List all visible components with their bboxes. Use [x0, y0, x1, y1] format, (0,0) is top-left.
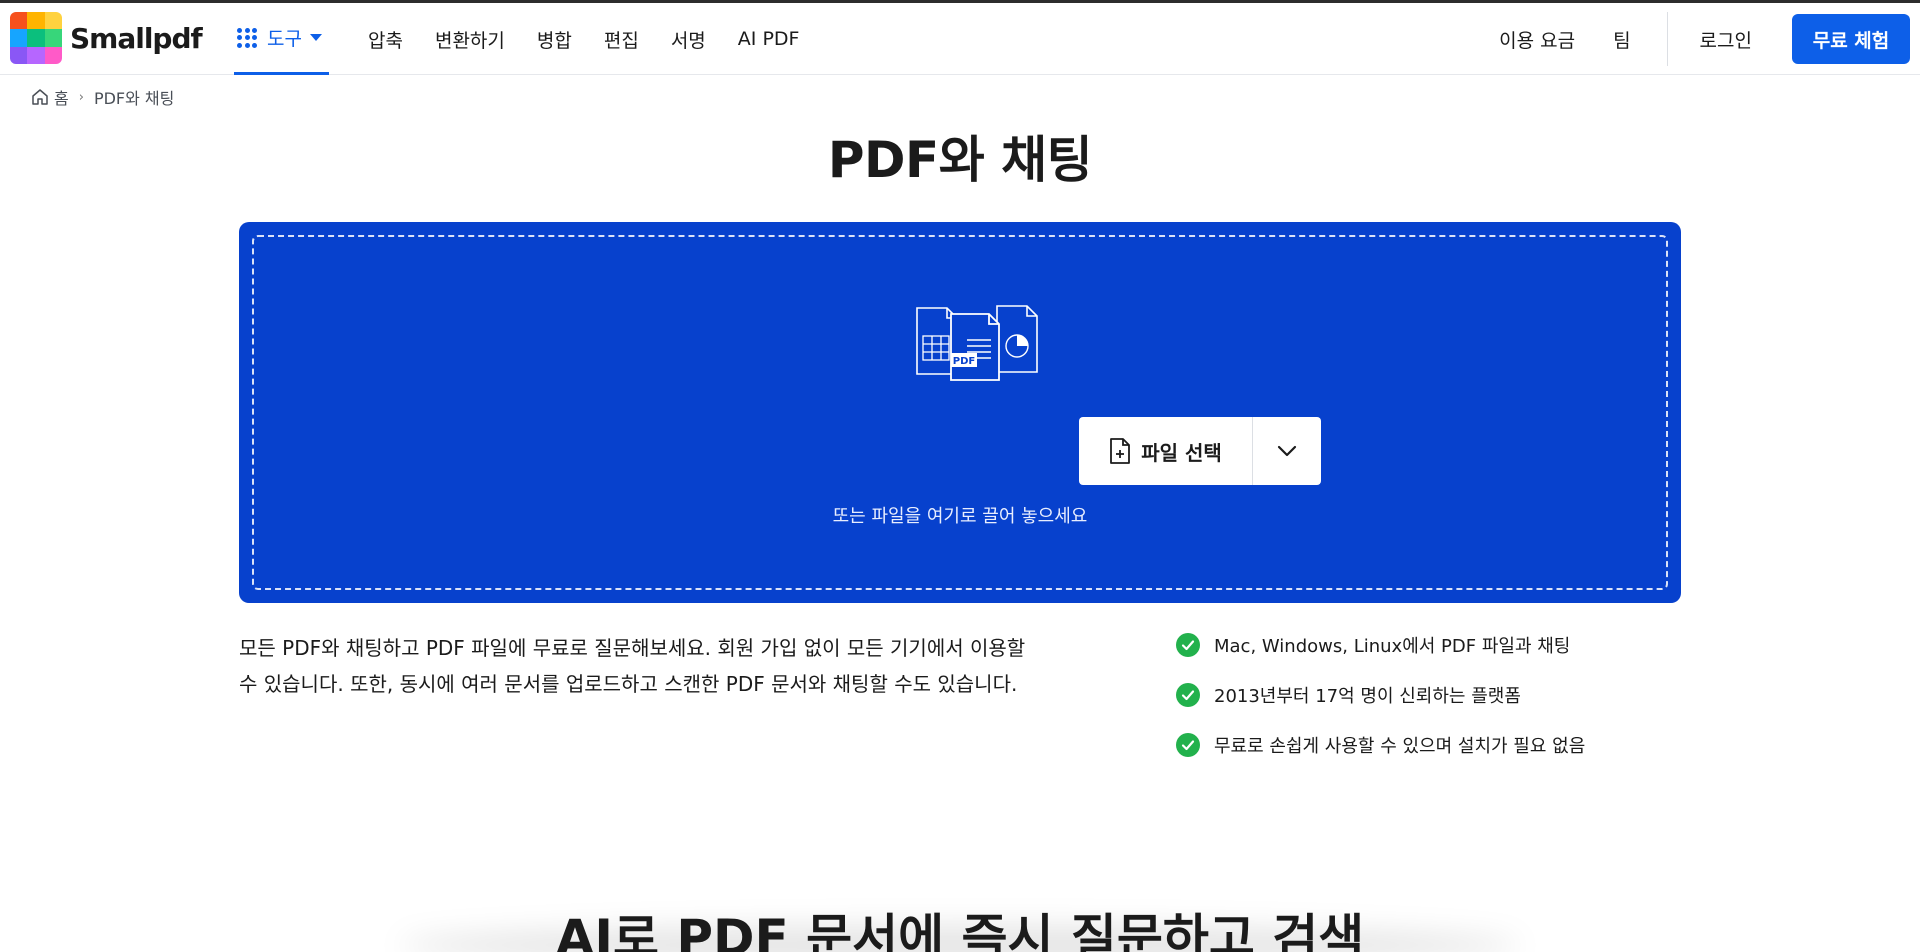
nav-link-compress[interactable]: 압축: [368, 26, 403, 53]
breadcrumb: 홈 › PDF와 채팅: [30, 85, 174, 109]
logo-cell: [44, 12, 62, 30]
dropzone-dashed-border: PDF 파일 선택 또는 파일을 여기로 끌어 놓으세요: [252, 235, 1668, 590]
nav-divider: [1666, 12, 1668, 66]
site-header: Smallpdf 도구 압축 변환하기 병합 편집 서명 AI PDF 이용 요…: [0, 3, 1920, 75]
breadcrumb-current: PDF와 채팅: [93, 89, 175, 108]
smallpdf-logo[interactable]: Smallpdf: [10, 12, 203, 64]
feature-text: 무료로 손쉽게 사용할 수 있으며 설치가 필요 없음: [1214, 736, 1586, 757]
feature-item: Mac, Windows, Linux에서 PDF 파일과 채팅: [1176, 632, 1585, 658]
logo-cell: [10, 46, 28, 64]
nav-link-edit[interactable]: 편집: [604, 26, 639, 53]
breadcrumb-separator-icon: ›: [78, 89, 84, 105]
logo-cell: [27, 12, 45, 30]
page-title: PDF와 채팅: [827, 131, 1093, 189]
home-icon: [32, 89, 48, 105]
file-source-dropdown-button[interactable]: [1253, 417, 1321, 485]
nav-tools-menu[interactable]: 도구: [234, 3, 329, 75]
apps-grid-icon: [237, 27, 257, 48]
nav-link-ai-pdf[interactable]: AI PDF: [738, 28, 800, 50]
feature-item: 2013년부터 17억 명이 신뢰하는 플랫폼: [1176, 682, 1585, 708]
check-circle-icon: [1176, 633, 1200, 657]
feature-text: 2013년부터 17억 명이 신뢰하는 플랫폼: [1214, 686, 1521, 707]
drop-hint: 또는 파일을 여기로 끌어 놓으세요: [832, 506, 1088, 527]
file-add-icon: [1110, 438, 1131, 464]
choose-file-button[interactable]: 파일 선택: [1079, 417, 1253, 485]
nav-right: 이용 요금 팀 로그인 무료 체험: [1499, 3, 1920, 75]
check-circle-icon: [1176, 733, 1200, 757]
check-circle-icon: [1176, 683, 1200, 707]
nav-link-pricing[interactable]: 이용 요금: [1499, 26, 1575, 53]
nav-link-convert[interactable]: 변환하기: [435, 26, 505, 53]
nav-tools-label: 도구: [267, 28, 302, 50]
file-select-group: 파일 선택: [1079, 417, 1321, 485]
logo-text: Smallpdf: [70, 21, 203, 55]
pdf-badge: PDF: [953, 356, 975, 367]
logo-cell: [27, 29, 45, 47]
nav-link-team[interactable]: 팀: [1613, 26, 1630, 53]
choose-file-label: 파일 선택: [1141, 440, 1222, 465]
documents-illustration-icon: PDF: [916, 305, 1038, 381]
caret-down-icon: [309, 34, 322, 41]
section-title: AI로 PDF 문서에 즉시 질문하고 검색: [555, 909, 1365, 952]
feature-list: Mac, Windows, Linux에서 PDF 파일과 채팅 2013년부터…: [1176, 632, 1585, 782]
breadcrumb-home[interactable]: 홈: [54, 85, 69, 109]
logo-cell: [10, 29, 28, 47]
logo-cell: [44, 29, 62, 47]
logo-cell: [27, 46, 45, 64]
nav-link-merge[interactable]: 병합: [537, 26, 572, 53]
nav-link-sign[interactable]: 서명: [671, 26, 706, 53]
logo-cell: [10, 12, 28, 30]
free-trial-button[interactable]: 무료 체험: [1792, 14, 1910, 64]
feature-item: 무료로 손쉽게 사용할 수 있으며 설치가 필요 없음: [1176, 732, 1585, 758]
feature-text: Mac, Windows, Linux에서 PDF 파일과 채팅: [1214, 636, 1571, 657]
logo-cell: [44, 46, 62, 64]
chevron-down-icon: [1277, 445, 1297, 457]
file-dropzone[interactable]: PDF 파일 선택 또는 파일을 여기로 끌어 놓으세요: [239, 222, 1681, 603]
main-nav: 압축 변환하기 병합 편집 서명 AI PDF: [368, 3, 831, 75]
logo-mark-icon: [10, 12, 62, 64]
tool-description: 모든 PDF와 채팅하고 PDF 파일에 무료로 질문해보세요. 회원 가입 없…: [239, 636, 1026, 696]
login-link[interactable]: 로그인: [1700, 26, 1752, 53]
